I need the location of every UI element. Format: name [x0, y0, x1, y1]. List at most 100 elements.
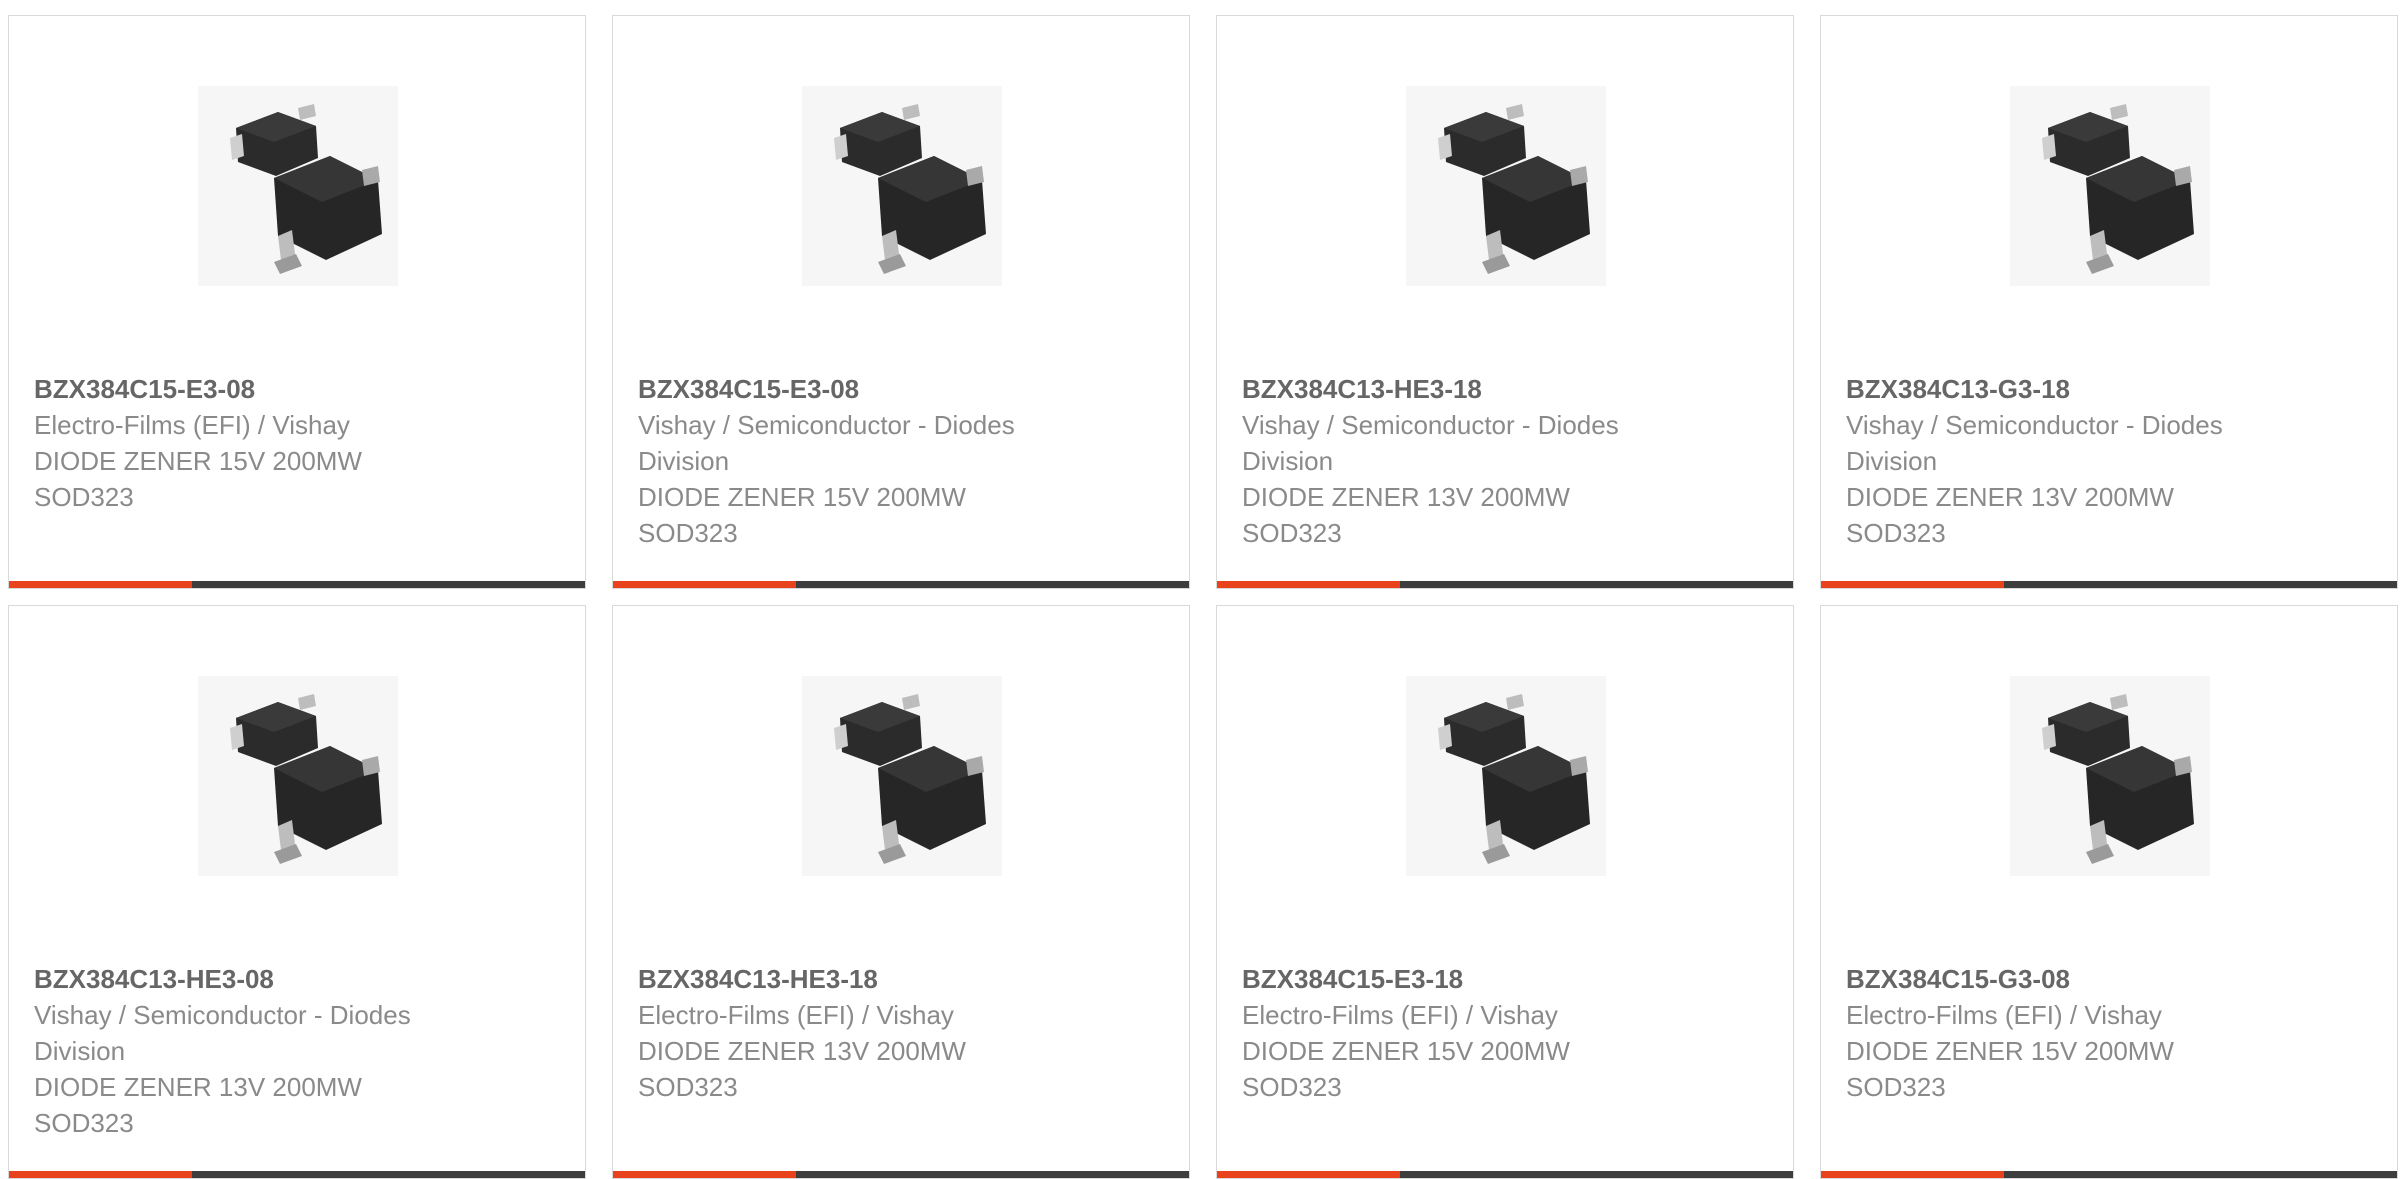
product-card-7[interactable]: BZX384C15-E3-18 Electro-Films (EFI) / Vi… — [1216, 605, 1794, 1179]
sod323-diode-image — [1406, 676, 1606, 876]
product-image[interactable] — [1406, 676, 1606, 876]
part-number[interactable]: BZX384C15-E3-08 — [34, 371, 494, 407]
product-info: BZX384C15-E3-18 Electro-Films (EFI) / Vi… — [1242, 961, 1702, 1105]
product-card-8[interactable]: BZX384C15-G3-08 Electro-Films (EFI) / Vi… — [1820, 605, 2398, 1179]
product-card-5[interactable]: BZX384C13-HE3-08 Vishay / Semiconductor … — [8, 605, 586, 1179]
description: DIODE ZENER 13V 200MW SOD323 — [1242, 479, 1702, 551]
manufacturer: Electro-Films (EFI) / Vishay — [34, 407, 494, 443]
manufacturer-line: Division — [34, 1036, 126, 1066]
description-line: DIODE ZENER 15V 200MW — [1242, 1036, 1570, 1066]
card-bottom-bar — [613, 1171, 1189, 1178]
description-line: DIODE ZENER 13V 200MW — [34, 1072, 362, 1102]
card-bottom-bar — [1821, 1171, 2397, 1178]
part-number[interactable]: BZX384C15-E3-08 — [638, 371, 1098, 407]
description: DIODE ZENER 13V 200MW SOD323 — [638, 1033, 1098, 1105]
sod323-diode-image — [802, 86, 1002, 286]
manufacturer: Electro-Films (EFI) / Vishay — [1242, 997, 1702, 1033]
card-accent-bar — [613, 1171, 796, 1178]
manufacturer: Vishay / Semiconductor - Diodes Division — [638, 407, 1098, 479]
product-image[interactable] — [1406, 86, 1606, 286]
product-image[interactable] — [2010, 86, 2210, 286]
manufacturer: Vishay / Semiconductor - Diodes Division — [34, 997, 494, 1069]
manufacturer-line: Division — [638, 446, 730, 476]
manufacturer: Electro-Films (EFI) / Vishay — [1846, 997, 2306, 1033]
product-card-1[interactable]: BZX384C15-E3-08 Electro-Films (EFI) / Vi… — [8, 15, 586, 589]
part-number[interactable]: BZX384C13-HE3-08 — [34, 961, 494, 997]
card-accent-bar — [1821, 581, 2004, 588]
manufacturer-line: Division — [1242, 446, 1334, 476]
product-image[interactable] — [2010, 676, 2210, 876]
product-card-2[interactable]: BZX384C15-E3-08 Vishay / Semiconductor -… — [612, 15, 1190, 589]
card-accent-bar — [1217, 1171, 1400, 1178]
card-bottom-bar — [1217, 1171, 1793, 1178]
description-line: DIODE ZENER 13V 200MW — [1846, 482, 2174, 512]
card-bottom-bar — [1821, 581, 2397, 588]
manufacturer-line: Electro-Films (EFI) / Vishay — [1242, 1000, 1558, 1030]
description: DIODE ZENER 15V 200MW SOD323 — [1242, 1033, 1702, 1105]
product-info: BZX384C15-E3-08 Vishay / Semiconductor -… — [638, 371, 1098, 551]
description: DIODE ZENER 13V 200MW SOD323 — [1846, 479, 2306, 551]
product-grid: BZX384C15-E3-08 Electro-Films (EFI) / Vi… — [0, 0, 2400, 1179]
description-line: DIODE ZENER 13V 200MW — [1242, 482, 1570, 512]
manufacturer-line: Electro-Films (EFI) / Vishay — [638, 1000, 954, 1030]
part-number[interactable]: BZX384C13-HE3-18 — [1242, 371, 1702, 407]
description-line: SOD323 — [34, 1108, 134, 1138]
sod323-diode-image — [2010, 86, 2210, 286]
manufacturer-line: Electro-Films (EFI) / Vishay — [1846, 1000, 2162, 1030]
card-accent-bar — [1217, 581, 1400, 588]
card-accent-bar — [9, 1171, 192, 1178]
sod323-diode-image — [198, 86, 398, 286]
description-line: SOD323 — [1846, 1072, 1946, 1102]
sod323-diode-image — [1406, 86, 1606, 286]
manufacturer-line: Vishay / Semiconductor - Diodes — [34, 1000, 411, 1030]
manufacturer: Electro-Films (EFI) / Vishay — [638, 997, 1098, 1033]
product-image[interactable] — [802, 676, 1002, 876]
description: DIODE ZENER 15V 200MW SOD323 — [638, 479, 1098, 551]
description-line: DIODE ZENER 13V 200MW — [638, 1036, 966, 1066]
description: DIODE ZENER 13V 200MW SOD323 — [34, 1069, 494, 1141]
card-accent-bar — [1821, 1171, 2004, 1178]
description: DIODE ZENER 15V 200MW SOD323 — [1846, 1033, 2306, 1105]
description-line: SOD323 — [638, 1072, 738, 1102]
description-line: DIODE ZENER 15V 200MW — [1846, 1036, 2174, 1066]
part-number[interactable]: BZX384C15-G3-08 — [1846, 961, 2306, 997]
manufacturer-line: Vishay / Semiconductor - Diodes — [638, 410, 1015, 440]
sod323-diode-image — [2010, 676, 2210, 876]
manufacturer: Vishay / Semiconductor - Diodes Division — [1846, 407, 2306, 479]
description-line: SOD323 — [638, 518, 738, 548]
description-line: SOD323 — [1242, 518, 1342, 548]
part-number[interactable]: BZX384C13-HE3-18 — [638, 961, 1098, 997]
card-bottom-bar — [613, 581, 1189, 588]
product-info: BZX384C13-HE3-18 Electro-Films (EFI) / V… — [638, 961, 1098, 1105]
product-info: BZX384C15-E3-08 Electro-Films (EFI) / Vi… — [34, 371, 494, 515]
sod323-diode-image — [198, 676, 398, 876]
description-line: DIODE ZENER 15V 200MW — [34, 446, 362, 476]
product-image[interactable] — [198, 676, 398, 876]
card-accent-bar — [613, 581, 796, 588]
product-image[interactable] — [198, 86, 398, 286]
description: DIODE ZENER 15V 200MW SOD323 — [34, 443, 494, 515]
manufacturer-line: Vishay / Semiconductor - Diodes — [1846, 410, 2223, 440]
product-info: BZX384C13-G3-18 Vishay / Semiconductor -… — [1846, 371, 2306, 551]
part-number[interactable]: BZX384C13-G3-18 — [1846, 371, 2306, 407]
manufacturer-line: Vishay / Semiconductor - Diodes — [1242, 410, 1619, 440]
card-bottom-bar — [9, 1171, 585, 1178]
manufacturer-line: Electro-Films (EFI) / Vishay — [34, 410, 350, 440]
product-card-6[interactable]: BZX384C13-HE3-18 Electro-Films (EFI) / V… — [612, 605, 1190, 1179]
card-accent-bar — [9, 581, 192, 588]
product-image[interactable] — [802, 86, 1002, 286]
description-line: DIODE ZENER 15V 200MW — [638, 482, 966, 512]
part-number[interactable]: BZX384C15-E3-18 — [1242, 961, 1702, 997]
description-line: SOD323 — [1846, 518, 1946, 548]
product-card-3[interactable]: BZX384C13-HE3-18 Vishay / Semiconductor … — [1216, 15, 1794, 589]
product-card-4[interactable]: BZX384C13-G3-18 Vishay / Semiconductor -… — [1820, 15, 2398, 589]
sod323-diode-image — [802, 676, 1002, 876]
card-bottom-bar — [9, 581, 585, 588]
product-info: BZX384C13-HE3-08 Vishay / Semiconductor … — [34, 961, 494, 1141]
product-info: BZX384C15-G3-08 Electro-Films (EFI) / Vi… — [1846, 961, 2306, 1105]
manufacturer: Vishay / Semiconductor - Diodes Division — [1242, 407, 1702, 479]
description-line: SOD323 — [34, 482, 134, 512]
manufacturer-line: Division — [1846, 446, 1938, 476]
card-bottom-bar — [1217, 581, 1793, 588]
description-line: SOD323 — [1242, 1072, 1342, 1102]
